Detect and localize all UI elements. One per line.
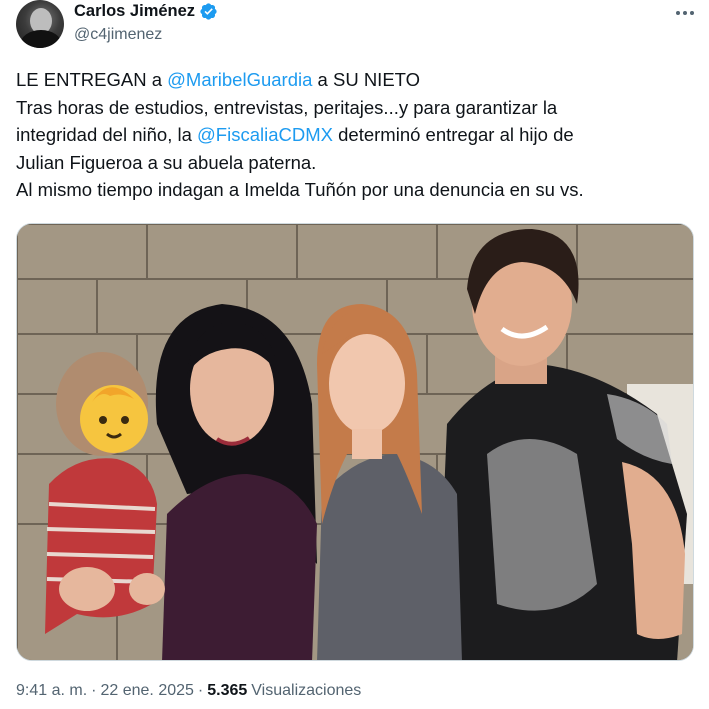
more-options-icon[interactable] (674, 2, 696, 24)
views-count: 5.365 (207, 682, 248, 699)
tweet-photo[interactable] (16, 223, 694, 661)
tweet-header: Carlos Jiménez @c4jimenez (16, 0, 696, 54)
author-handle[interactable]: @c4jimenez (74, 26, 162, 44)
meta-separator: · (91, 682, 97, 699)
author-display-name[interactable]: Carlos Jiménez (74, 2, 195, 21)
tweet-time[interactable]: 9:41 a. m. (16, 682, 87, 700)
views-label: Visualizaciones (251, 682, 362, 699)
author-avatar[interactable] (16, 0, 64, 48)
photo-illustration (17, 224, 693, 660)
tweet-line-5: Al mismo tiempo indagan a Imelda Tuñón p… (16, 179, 584, 200)
tweet-line-2: Tras horas de estudios, entrevistas, per… (16, 96, 558, 118)
tweet-line-4: Julian Figueroa a su abuela paterna. (16, 151, 317, 173)
mention-link[interactable]: @MaribelGuardia (167, 69, 312, 90)
mention-link[interactable]: @FiscaliaCDMX (197, 124, 333, 145)
tweet-line-3: integridad del niño, la @FiscaliaCDMX de… (16, 124, 574, 145)
tweet-meta: 9:41 a. m. · 22 ene. 2025 · 5.365 Visual… (16, 682, 361, 700)
meta-separator: · (197, 682, 204, 699)
tweet-text: LE ENTREGAN a @MaribelGuardia a SU NIETO… (16, 66, 696, 204)
tweet-line-1: LE ENTREGAN a @MaribelGuardia a SU NIETO (16, 69, 421, 90)
verified-badge-icon (200, 3, 217, 20)
author-name-row: Carlos Jiménez (74, 2, 218, 21)
tweet-date[interactable]: 22 ene. 2025 (100, 682, 193, 700)
